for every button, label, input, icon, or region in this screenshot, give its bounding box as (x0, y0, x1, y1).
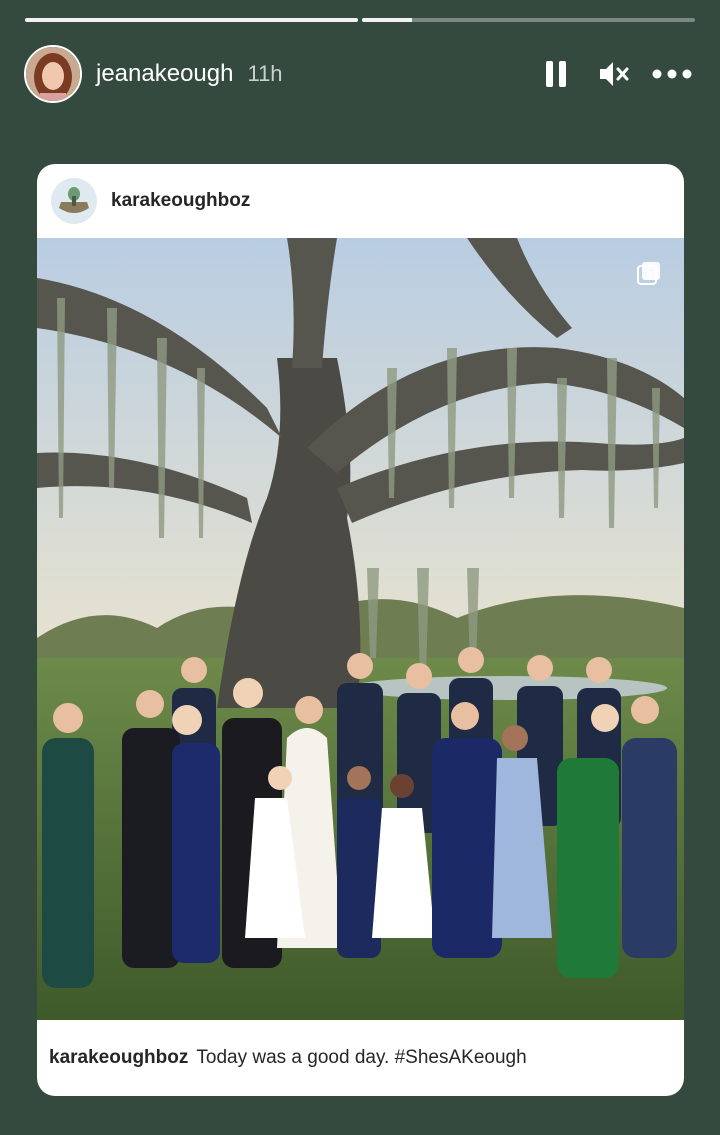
post-caption: karakeoughboz Today was a good day. #She… (37, 1020, 684, 1096)
post-header: karakeoughboz (37, 164, 684, 238)
post-avatar[interactable] (51, 178, 97, 224)
wedding-photo-illustration (37, 238, 684, 1020)
story-timestamp: 11h (247, 61, 283, 86)
caption-username[interactable]: karakeoughboz (49, 1047, 188, 1069)
story-username[interactable]: jeanakeough (96, 60, 233, 88)
story-progress-1 (25, 18, 358, 22)
story-header: jeanakeough 11h (24, 42, 696, 106)
avatar[interactable] (24, 45, 82, 103)
post-photo[interactable] (37, 238, 684, 1020)
speaker-muted-icon (600, 62, 629, 86)
story-controls (522, 50, 696, 98)
post-avatar-image (51, 178, 97, 224)
shared-post-card[interactable]: karakeoughboz karakeoughboz Today was a … (37, 164, 684, 1096)
more-dots-icon (652, 69, 692, 79)
pause-button[interactable] (532, 50, 580, 98)
story-progress-2-fill (362, 18, 412, 22)
story-progress-1-fill (25, 18, 358, 22)
avatar-image (26, 47, 80, 101)
mute-button[interactable] (590, 50, 638, 98)
story-progress-2 (362, 18, 695, 22)
pause-icon (546, 61, 566, 87)
multiple-photos-icon (637, 262, 660, 285)
caption-text: Today was a good day. #ShesAKeough (196, 1047, 527, 1068)
more-options-button[interactable] (648, 50, 696, 98)
post-username[interactable]: karakeoughboz (111, 190, 250, 212)
